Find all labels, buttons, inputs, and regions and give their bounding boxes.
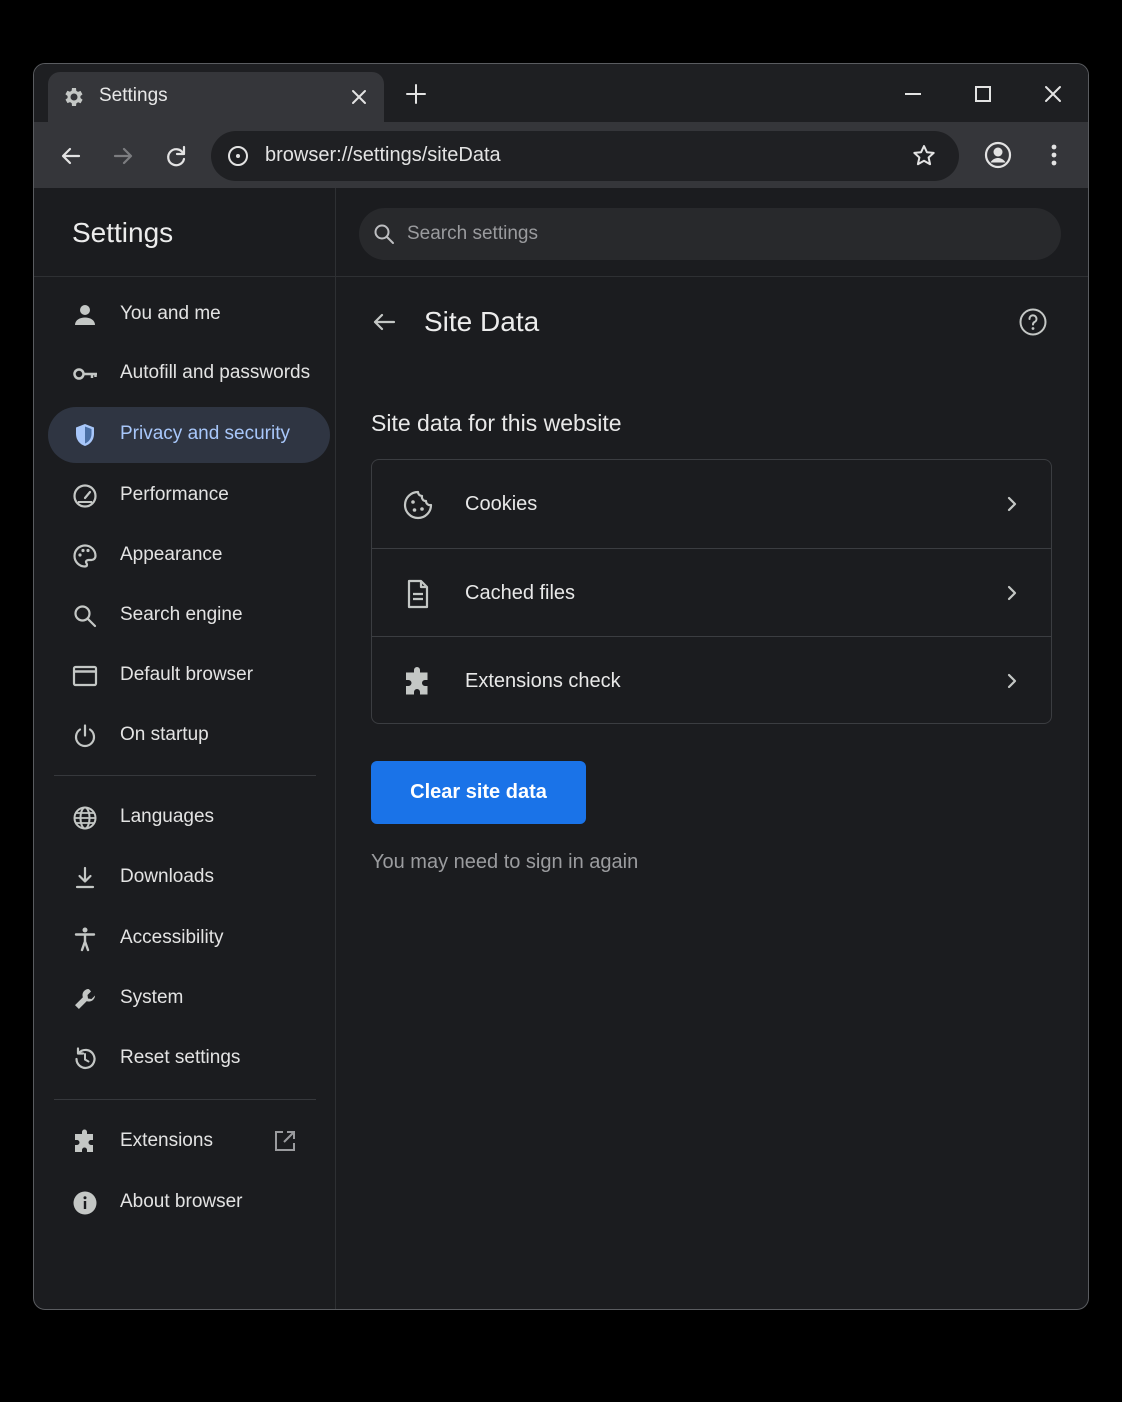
power-icon	[74, 724, 96, 748]
site-data-list: Cookies Cached files Extensions check	[371, 459, 1052, 724]
shield-icon	[76, 424, 94, 446]
puzzle-icon	[75, 1129, 93, 1152]
row-label: Cached files	[465, 582, 576, 604]
close-window-icon[interactable]	[1039, 80, 1067, 108]
sidebar-item-system[interactable]: System	[48, 971, 330, 1027]
sidebar-item-label: Downloads	[120, 866, 214, 887]
document-icon	[407, 579, 429, 609]
back-arrow-icon[interactable]	[370, 308, 398, 336]
row-cached-files[interactable]: Cached files	[372, 548, 1051, 636]
sidebar-item-you-and-me[interactable]: You and me	[48, 287, 330, 343]
key-icon	[73, 368, 97, 380]
sidebar-item-label: Autofill and passwords	[120, 362, 311, 383]
sidebar-item-performance[interactable]: Performance	[48, 468, 330, 524]
url-text[interactable]: browser://settings/siteData	[265, 144, 501, 167]
settings-title: Settings	[72, 217, 174, 248]
sidebar-item-label: Performance	[120, 484, 229, 505]
sidebar-item-label: System	[120, 987, 184, 1008]
kebab-menu-icon[interactable]	[1042, 140, 1066, 170]
toolbar: browser://settings/siteData	[34, 122, 1088, 188]
row-label: Extensions check	[465, 670, 621, 692]
search-icon	[374, 224, 394, 244]
sidebar-item-autofill[interactable]: Autofill and passwords	[48, 346, 330, 402]
speedometer-icon	[73, 484, 97, 508]
sidebar-item-label: Privacy and security	[120, 423, 291, 444]
header-divider	[34, 276, 1088, 277]
gear-icon	[65, 88, 83, 106]
clear-site-data-button[interactable]: Clear site data	[371, 761, 586, 824]
tab-strip: Settings	[34, 64, 1088, 122]
tab-title: Settings	[99, 85, 168, 106]
sidebar-item-on-startup[interactable]: On startup	[48, 708, 330, 764]
sidebar-item-label: Appearance	[120, 544, 223, 565]
chevron-right-icon	[1007, 673, 1017, 689]
sidebar-item-extensions[interactable]: Extensions	[48, 1114, 330, 1170]
sidebar-item-downloads[interactable]: Downloads	[48, 850, 330, 906]
download-icon	[75, 866, 95, 889]
search-icon	[74, 605, 97, 628]
row-label: Cookies	[465, 493, 538, 515]
bookmark-star-icon[interactable]	[910, 142, 938, 170]
search-input[interactable]	[407, 218, 1007, 250]
tab-settings[interactable]: Settings	[48, 72, 384, 122]
wrench-icon	[75, 989, 96, 1009]
sidebar-item-label: About browser	[120, 1191, 243, 1212]
back-icon[interactable]	[57, 142, 85, 170]
info-icon	[73, 1191, 97, 1215]
sidebar-section-divider	[54, 1099, 316, 1100]
external-link-icon[interactable]	[272, 1128, 298, 1154]
page-title: Site Data	[424, 306, 540, 337]
history-icon	[75, 1047, 96, 1069]
sidebar-item-label: Languages	[120, 806, 215, 827]
sidebar-divider	[335, 188, 336, 1309]
row-cookies[interactable]: Cookies	[372, 460, 1051, 548]
search-settings-field[interactable]	[359, 208, 1061, 260]
globe-icon	[73, 806, 97, 830]
site-info-icon[interactable]	[226, 144, 250, 168]
sidebar-item-appearance[interactable]: Appearance	[48, 528, 330, 584]
help-icon[interactable]	[1018, 307, 1048, 337]
sidebar-item-label: Default browser	[120, 664, 254, 685]
palette-icon	[73, 544, 97, 568]
sidebar-item-accessibility[interactable]: Accessibility	[48, 911, 330, 967]
puzzle-icon	[406, 667, 428, 695]
sidebar-item-label: Reset settings	[120, 1047, 241, 1068]
row-extensions-check[interactable]: Extensions check	[372, 636, 1051, 724]
chevron-right-icon	[1007, 496, 1017, 512]
sidebar-item-about-browser[interactable]: About browser	[48, 1175, 330, 1231]
sidebar-item-reset-settings[interactable]: Reset settings	[48, 1031, 330, 1087]
section-title: Site data for this website	[371, 410, 622, 436]
forward-icon[interactable]	[109, 142, 137, 170]
cookie-icon	[403, 490, 433, 520]
accessibility-icon	[74, 927, 96, 952]
sidebar-item-default-browser[interactable]: Default browser	[48, 648, 330, 704]
profile-icon[interactable]	[983, 140, 1013, 170]
sidebar-item-privacy-security[interactable]: Privacy and security	[48, 407, 330, 463]
sidebar-item-search-engine[interactable]: Search engine	[48, 588, 330, 644]
sidebar-item-label: Accessibility	[120, 927, 224, 948]
sidebar-item-languages[interactable]: Languages	[48, 790, 330, 846]
browser-window: Settings browser://settings/siteData Set…	[33, 63, 1089, 1310]
browser-window-icon	[72, 665, 98, 687]
maximize-icon[interactable]	[969, 80, 997, 108]
new-tab-icon[interactable]	[402, 80, 430, 108]
chevron-right-icon	[1007, 585, 1017, 601]
sidebar-item-label: You and me	[120, 303, 221, 324]
sidebar-item-label: On startup	[120, 724, 209, 745]
reload-icon[interactable]	[162, 142, 190, 170]
sidebar-section-divider	[54, 775, 316, 776]
close-tab-icon[interactable]	[346, 84, 372, 110]
sidebar-item-label: Extensions	[120, 1130, 213, 1151]
minimize-icon[interactable]	[899, 80, 927, 108]
sidebar-item-label: Search engine	[120, 604, 243, 625]
person-icon	[75, 305, 95, 325]
sign-in-hint: You may need to sign in again	[371, 851, 639, 873]
address-bar[interactable]: browser://settings/siteData	[211, 131, 959, 181]
